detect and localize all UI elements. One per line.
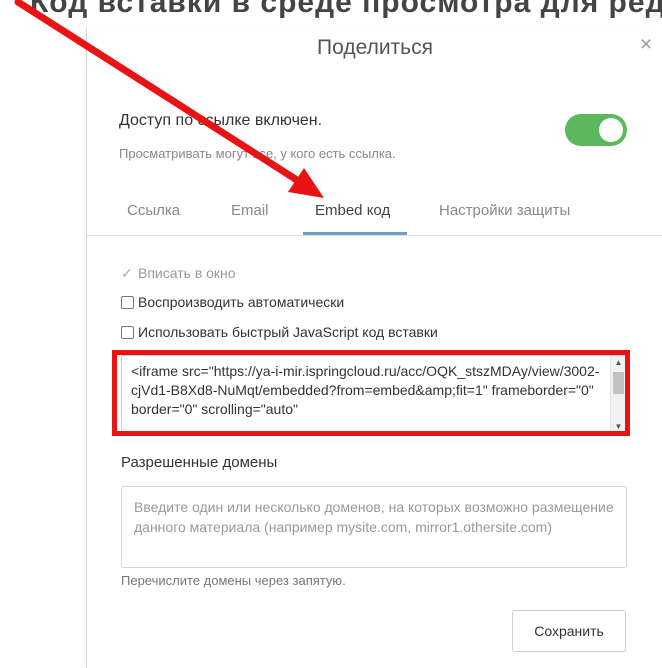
dialog-header: Поделиться × [87,28,662,68]
tab-embed-code[interactable]: Embed код [315,202,390,236]
option-fast-js-label: Использовать быстрый JavaScript код вста… [138,324,438,340]
share-tabs: Ссылка Email Embed код Настройки защиты [87,188,662,236]
tab-link[interactable]: Ссылка [127,202,180,236]
access-title: Доступ по ссылке включен. [119,112,323,129]
allowed-domains-hint: Перечислите домены через запятую. [121,573,346,588]
background-cropped-text: Код вставки в среде просмотра для редакт… [30,0,662,19]
toggle-knob [599,118,623,142]
autoplay-checkbox[interactable] [121,296,134,309]
save-button[interactable]: Сохранить [512,610,626,652]
tab-protection-settings[interactable]: Настройки защиты [439,202,570,236]
share-dialog: Поделиться × Доступ по ссылке включен. П… [86,28,662,668]
fast-js-checkbox[interactable] [121,326,134,339]
dialog-title: Поделиться [317,36,433,59]
option-autoplay[interactable]: Воспроизводить автоматически [121,294,344,314]
background-page-strip: Код вставки в среде просмотра для редакт… [0,0,662,30]
annotation-highlight-box [112,350,630,436]
active-tab-underline [303,232,407,235]
allowed-domains-input[interactable]: Введите один или несколько доменов, на к… [121,486,627,568]
close-icon[interactable]: × [635,34,657,56]
tab-email[interactable]: Email [231,202,269,236]
access-subtitle: Просматривать могут все, у кого есть ссы… [119,146,396,161]
allowed-domains-label: Разрешенные домены [121,454,278,471]
option-fit-window-label: Вписать в окно [138,265,236,281]
checkmark-icon: ✓ [121,265,133,281]
option-autoplay-label: Воспроизводить автоматически [138,294,345,310]
option-fast-js-embed[interactable]: Использовать быстрый JavaScript код вста… [121,324,438,344]
allowed-domains-placeholder: Введите один или несколько доменов, на к… [134,499,614,535]
link-access-toggle[interactable] [565,114,627,146]
option-fit-window[interactable]: ✓ Вписать в окно [121,265,236,285]
